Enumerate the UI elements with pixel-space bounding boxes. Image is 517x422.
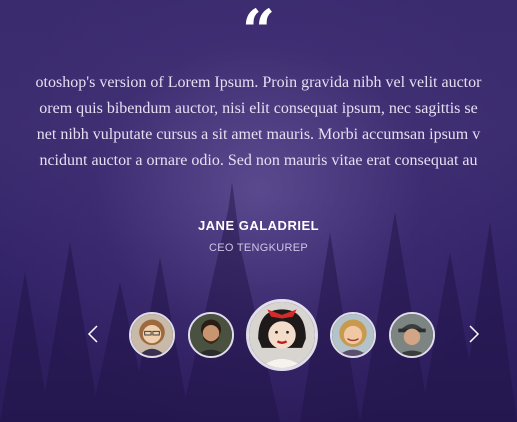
avatar-active[interactable] [246, 299, 318, 371]
testimonial-quote: otoshop's version of Lorem Ipsum. Proin … [0, 70, 517, 174]
avatar-woman-blonde [332, 314, 374, 356]
carousel-next-button[interactable] [461, 322, 485, 346]
quote-icon: “ [241, 0, 276, 65]
author-role: CEO TENGKUREP [208, 242, 309, 254]
chevron-right-icon [469, 325, 480, 343]
quote-line: otoshop's version of Lorem Ipsum. Proin … [35, 74, 482, 91]
avatar-woman-glasses [131, 314, 173, 356]
avatar-man-beard [190, 314, 232, 356]
avatar-man-cap [391, 314, 433, 356]
avatar-thumbnail[interactable] [330, 312, 376, 358]
avatar-woman-red-bow [249, 302, 315, 368]
chevron-left-icon [87, 325, 98, 343]
author-name: JANE GALADRIEL [197, 218, 320, 233]
avatar-thumbnail[interactable] [389, 312, 435, 358]
quote-line: orem quis bibendum auctor, nisi elit con… [39, 100, 478, 117]
quote-line: net nibh vulputate cursus a sit amet mau… [36, 126, 481, 143]
quote-line: ncidunt auctor a ornare odio. Sed non ma… [39, 152, 478, 169]
forest-silhouette [0, 182, 517, 422]
avatar-thumbnail[interactable] [129, 312, 175, 358]
avatar-thumbnail[interactable] [188, 312, 234, 358]
carousel-prev-button[interactable] [82, 322, 106, 346]
